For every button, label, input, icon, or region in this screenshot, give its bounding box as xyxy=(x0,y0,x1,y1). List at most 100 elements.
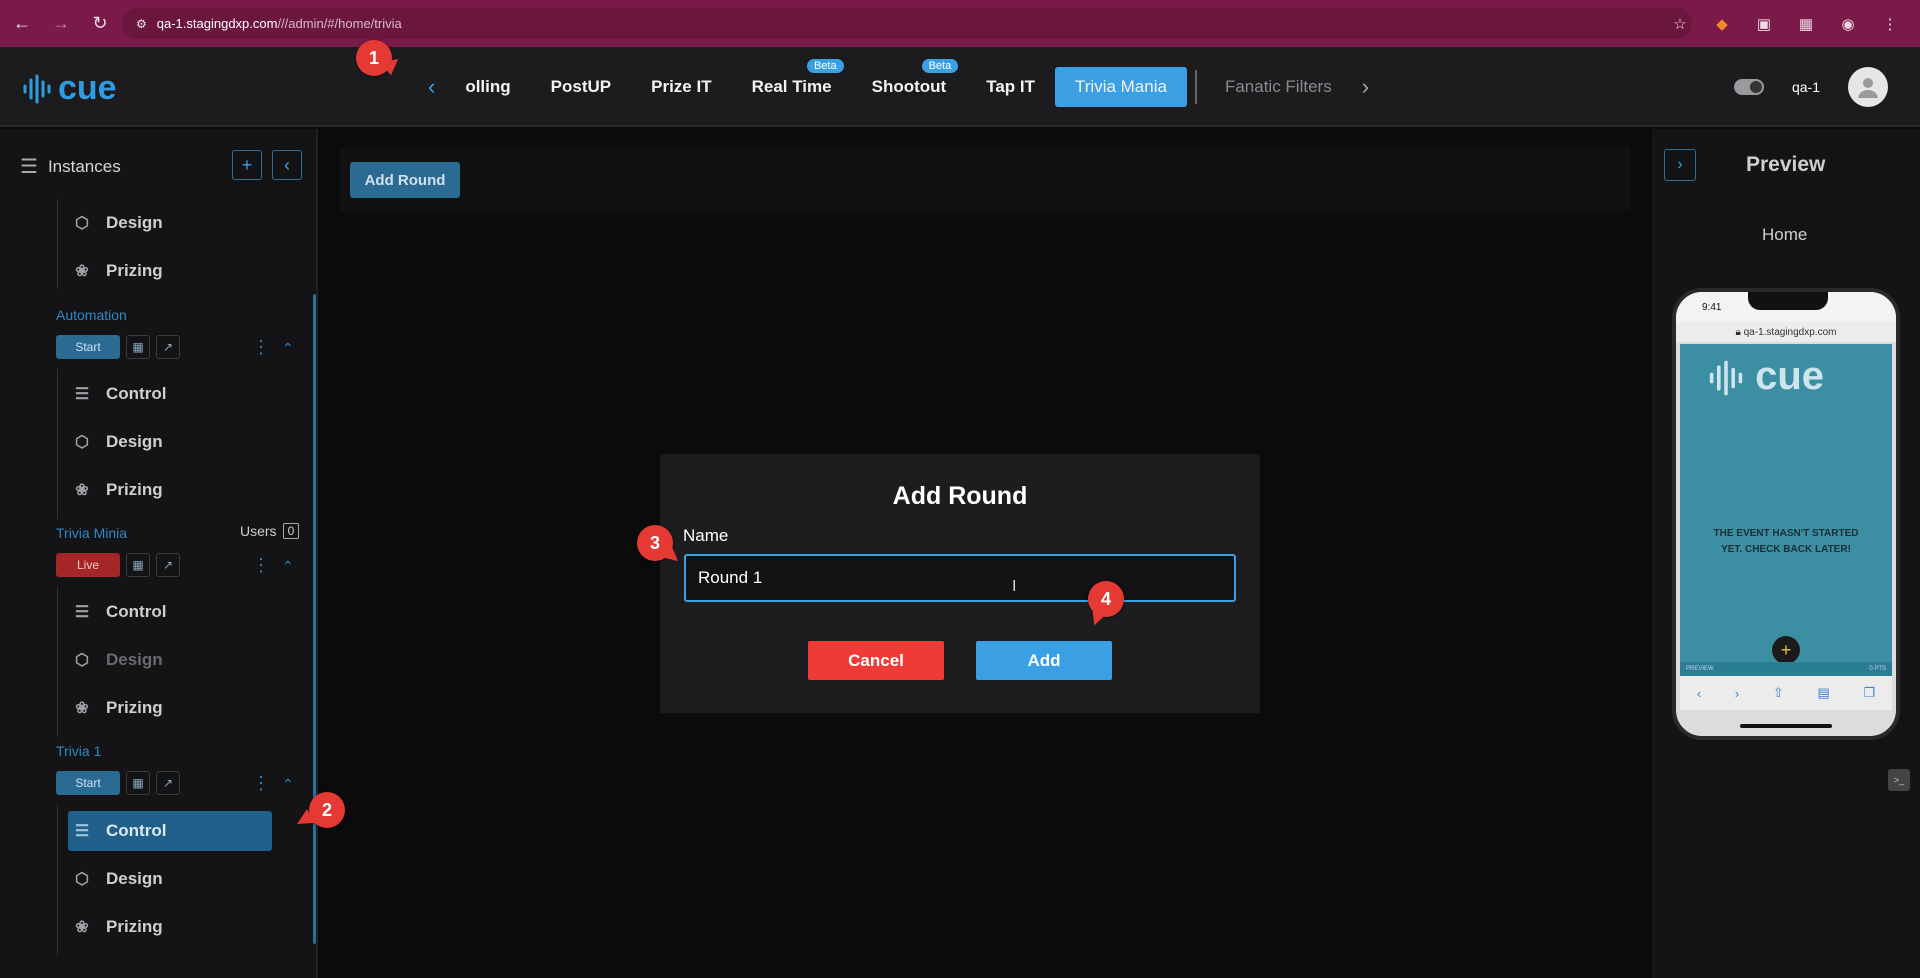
cube-icon: ⬡ xyxy=(75,652,89,669)
instance-title[interactable]: Trivia Minia xyxy=(56,525,127,541)
tab-shootout[interactable]: Shootout Beta xyxy=(852,59,967,107)
name-label: Name xyxy=(683,526,729,545)
expand-preview-button[interactable]: › xyxy=(1664,149,1696,181)
instance-title[interactable]: Trivia 1 xyxy=(56,743,101,759)
terminal-icon[interactable]: >_ xyxy=(1888,769,1910,791)
external-link-icon[interactable]: ↗ xyxy=(156,335,180,359)
add-round-button[interactable]: Add Round xyxy=(350,162,460,198)
dialog-title: Add Round xyxy=(892,482,1028,510)
phone-logo: cue xyxy=(1708,354,1824,399)
sidebar-item-label: Prizing xyxy=(106,480,163,499)
instance-controls: Start ▦ ↗ xyxy=(56,335,180,359)
qr-code-icon[interactable]: ▦ xyxy=(126,553,150,577)
sidebar-item-prizing[interactable]: ❀ Prizing xyxy=(68,251,272,291)
more-options-icon[interactable]: ⋮ xyxy=(252,773,270,794)
sidebar-item-label: Control xyxy=(106,384,167,403)
lock-icon: 🔒︎ xyxy=(1735,326,1741,338)
more-options-icon[interactable]: ⋮ xyxy=(252,337,270,358)
sidebar-item-label: Prizing xyxy=(106,917,163,936)
users-count: Users 0 xyxy=(240,523,300,539)
forward-icon[interactable]: → xyxy=(44,7,78,41)
external-link-icon[interactable]: ↗ xyxy=(156,771,180,795)
address-bar[interactable]: ⚙ qa-1.stagingdxp.com///admin/#/home/tri… xyxy=(122,8,1692,39)
preview-page-select[interactable]: Home xyxy=(1762,225,1807,245)
qr-code-icon[interactable]: ▦ xyxy=(126,771,150,795)
avatar[interactable] xyxy=(1848,67,1888,107)
user-icon xyxy=(1858,78,1878,98)
home-indicator xyxy=(1740,724,1832,728)
instances-sidebar: ☰ Instances + ‹ ⬡ Design ❀ Prizing Automat… xyxy=(0,129,318,978)
tabs-icon: ❐ xyxy=(1863,685,1876,700)
cube-icon: ⬡ xyxy=(75,871,89,888)
cue-logo[interactable]: cue xyxy=(22,69,117,108)
tab-prize-it[interactable]: Prize IT xyxy=(631,67,731,107)
extensions-puzzle-icon[interactable]: ▦ xyxy=(1796,14,1816,34)
phone-preview: 9:41 🔒︎ qa-1.stagingdxp.com cue The Even… xyxy=(1672,288,1900,740)
sidebar-item-control[interactable]: ☰ Control xyxy=(68,592,272,632)
sidebar-item-design[interactable]: ⬡ Design xyxy=(68,640,272,680)
extension-icon[interactable]: ▣ xyxy=(1754,14,1774,34)
reload-icon[interactable]: ↻ xyxy=(83,7,117,41)
theme-toggle[interactable] xyxy=(1733,79,1764,95)
sidebar-item-label: Prizing xyxy=(106,261,163,280)
sidebar-item-label: Design xyxy=(106,869,163,888)
cue-wave-icon xyxy=(1709,361,1743,396)
sidebar-item-design[interactable]: ⬡ Design xyxy=(68,422,272,462)
tab-tap-it[interactable]: Tap IT xyxy=(966,67,1055,107)
tab-label: Fanatic Filters xyxy=(1224,77,1332,96)
tab-fanatic-filters[interactable]: Fanatic Filters xyxy=(1205,67,1352,107)
sidebar-item-label: Design xyxy=(106,432,163,451)
tab-trivia-mania[interactable]: Trivia Mania xyxy=(1055,67,1187,107)
sidebar-item-design[interactable]: ⬡ Design xyxy=(68,859,272,899)
tabs-prev-icon[interactable]: ‹ xyxy=(418,74,445,100)
sidebar-item-control[interactable]: ☰ Control xyxy=(68,374,272,414)
tab-postup[interactable]: PostUP xyxy=(531,67,631,107)
qr-code-icon[interactable]: ▦ xyxy=(126,335,150,359)
sidebar-item-control[interactable]: ☰ Control xyxy=(68,811,272,851)
beta-badge: Beta xyxy=(921,59,959,73)
collapse-sidebar-button[interactable]: ‹ xyxy=(272,150,302,180)
sidebar-item-design[interactable]: ⬡ Design xyxy=(68,203,272,243)
tab-real-time[interactable]: Real Time Beta xyxy=(732,59,852,107)
more-options-icon[interactable]: ⋮ xyxy=(252,555,270,576)
phone-points: 0 PTS xyxy=(1869,666,1886,672)
add-instance-button[interactable]: + xyxy=(232,150,262,180)
award-icon: ❀ xyxy=(75,919,89,936)
sidebar-item-prizing[interactable]: ❀ Prizing xyxy=(68,470,272,510)
phone-notch xyxy=(1748,292,1828,310)
award-icon: ❀ xyxy=(75,263,89,280)
instance-title[interactable]: Automation xyxy=(56,307,127,323)
site-info-icon[interactable]: ⚙ xyxy=(136,17,147,31)
bookmark-star-icon[interactable]: ☆ xyxy=(1670,14,1690,34)
cube-icon: ⬡ xyxy=(75,434,89,451)
cancel-button[interactable]: Cancel xyxy=(808,641,944,680)
start-button[interactable]: Start xyxy=(56,771,120,795)
sliders-icon: ☰ xyxy=(74,386,90,403)
logo-text: cue xyxy=(58,69,117,107)
text-cursor-icon: I xyxy=(1012,578,1017,595)
chevron-up-icon[interactable]: ⌃ xyxy=(282,340,294,357)
phone-url-bar: 🔒︎ qa-1.stagingdxp.com xyxy=(1676,322,1896,342)
start-button[interactable]: Start xyxy=(56,335,120,359)
sidebar-item-label: Design xyxy=(106,650,163,669)
profile-icon[interactable]: ◉ xyxy=(1838,14,1858,34)
external-link-icon[interactable]: ↗ xyxy=(156,553,180,577)
sidebar-item-prizing[interactable]: ❀ Prizing xyxy=(68,688,272,728)
chevron-up-icon[interactable]: ⌃ xyxy=(282,558,294,575)
phone-points-bar: PREVIEW 0 PTS xyxy=(1680,662,1892,676)
tabs-next-icon[interactable]: › xyxy=(1352,74,1379,100)
tab-label: PostUP xyxy=(550,77,612,96)
extension-fox-icon[interactable]: ◆ xyxy=(1712,14,1732,34)
phone-logo-text: cue xyxy=(1755,354,1825,398)
chevron-up-icon[interactable]: ⌃ xyxy=(282,776,294,793)
browser-menu-icon[interactable]: ⋮ xyxy=(1880,14,1900,34)
live-button[interactable]: Live xyxy=(56,553,120,577)
sidebar-item-prizing[interactable]: ❀ Prizing xyxy=(68,907,272,947)
tab-polling[interactable]: olling xyxy=(445,67,530,107)
book-icon: ▤ xyxy=(1817,685,1830,700)
back-icon[interactable]: ← xyxy=(5,7,39,41)
add-button[interactable]: Add xyxy=(976,641,1112,680)
round-name-input[interactable] xyxy=(684,554,1236,602)
plus-icon: + xyxy=(1772,636,1800,664)
sidebar-scrollbar[interactable] xyxy=(313,294,316,944)
